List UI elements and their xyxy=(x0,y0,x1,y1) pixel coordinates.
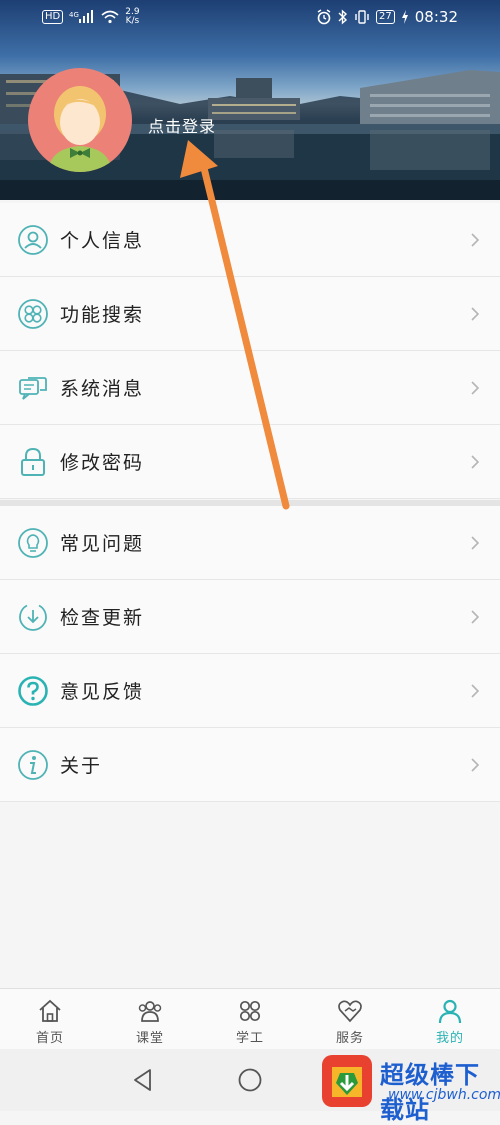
chevron-right-icon xyxy=(471,683,480,698)
tab-home[interactable]: 首页 xyxy=(0,989,100,1049)
message-icon xyxy=(19,376,47,400)
home-icon xyxy=(39,999,61,1022)
menu-item-feedback[interactable]: 意见反馈 xyxy=(0,654,500,728)
network-speed: 2.9 K/s xyxy=(125,7,140,26)
tab-label: 服务 xyxy=(335,1031,364,1046)
menu-item-system-messages[interactable]: 系统消息 xyxy=(0,351,500,425)
chevron-right-icon xyxy=(471,306,480,321)
download-icon xyxy=(19,604,47,631)
chevron-right-icon xyxy=(471,232,480,247)
profile-header: HD 4G 2.9 K/s 27 08:32 点击登录 xyxy=(0,0,500,200)
menu-item-label: 关于 xyxy=(60,755,103,777)
info-icon xyxy=(18,749,48,780)
hd-indicator: HD xyxy=(42,10,64,24)
clock: 08:32 xyxy=(414,8,458,26)
status-bar: HD 4G 2.9 K/s 27 08:32 xyxy=(0,0,500,34)
tab-label: 课堂 xyxy=(135,1031,164,1046)
back-icon[interactable] xyxy=(130,1067,156,1093)
menu-item-personal-info[interactable]: 个人信息 xyxy=(0,203,500,277)
menu-item-label: 系统消息 xyxy=(60,378,145,400)
menu-group-account: 个人信息 功能搜索 系统消息 修改密码 xyxy=(0,203,500,499)
watermark-logo-icon xyxy=(322,1055,372,1107)
tab-label: 首页 xyxy=(35,1031,64,1046)
menu-item-label: 个人信息 xyxy=(60,230,145,252)
person-icon xyxy=(18,224,48,255)
tab-student-affairs[interactable]: 学工 xyxy=(200,989,300,1049)
watermark-logo: 超级棒下载站 www.cjbwh.com xyxy=(318,1053,500,1124)
tab-label: 学工 xyxy=(235,1031,264,1046)
default-avatar-icon xyxy=(48,86,112,172)
wifi-icon xyxy=(101,10,119,24)
chevron-right-icon xyxy=(471,535,480,550)
home-button-icon[interactable] xyxy=(237,1067,263,1093)
heart-icon xyxy=(338,1000,362,1023)
menu-item-function-search[interactable]: 功能搜索 xyxy=(0,277,500,351)
menu-item-label: 意见反馈 xyxy=(60,681,145,703)
profile-icon xyxy=(438,999,462,1024)
menu-item-label: 常见问题 xyxy=(60,533,145,555)
menu-item-label: 修改密码 xyxy=(60,452,145,474)
chevron-right-icon xyxy=(471,380,480,395)
alarm-icon xyxy=(317,9,331,25)
bottom-tab-bar: 首页 课堂 学工 服务 我的 xyxy=(0,988,500,1049)
login-link[interactable]: 点击登录 xyxy=(148,113,216,137)
menu-item-about[interactable]: 关于 xyxy=(0,728,500,802)
menu-item-change-password[interactable]: 修改密码 xyxy=(0,425,500,499)
menu-item-label: 功能搜索 xyxy=(60,304,145,326)
signal-icon: 4G xyxy=(69,10,94,23)
menu-item-faq[interactable]: 常见问题 xyxy=(0,506,500,580)
watermark-url: www.cjbwh.com xyxy=(388,1087,500,1103)
charging-icon xyxy=(401,10,408,24)
tab-class[interactable]: 课堂 xyxy=(100,989,200,1049)
menu-item-label: 检查更新 xyxy=(60,607,145,629)
question-icon xyxy=(18,675,48,706)
battery-level: 27 xyxy=(376,10,395,24)
menu-item-check-update[interactable]: 检查更新 xyxy=(0,580,500,654)
tab-mine[interactable]: 我的 xyxy=(400,989,500,1049)
apps-icon xyxy=(239,1000,261,1022)
tab-label: 我的 xyxy=(435,1031,464,1046)
menu-group-help: 常见问题 检查更新 意见反馈 关于 xyxy=(0,506,500,802)
chevron-right-icon xyxy=(471,609,480,624)
class-icon xyxy=(138,1001,162,1022)
bluetooth-icon xyxy=(338,9,348,25)
chevron-right-icon xyxy=(471,454,480,469)
vibrate-icon xyxy=(355,10,369,24)
tab-service[interactable]: 服务 xyxy=(300,989,400,1049)
grid-search-icon xyxy=(18,298,48,329)
chevron-right-icon xyxy=(471,757,480,772)
avatar[interactable] xyxy=(28,68,132,172)
svg-text:4G: 4G xyxy=(69,11,79,19)
lightbulb-icon xyxy=(18,527,48,558)
lock-icon xyxy=(21,447,45,476)
